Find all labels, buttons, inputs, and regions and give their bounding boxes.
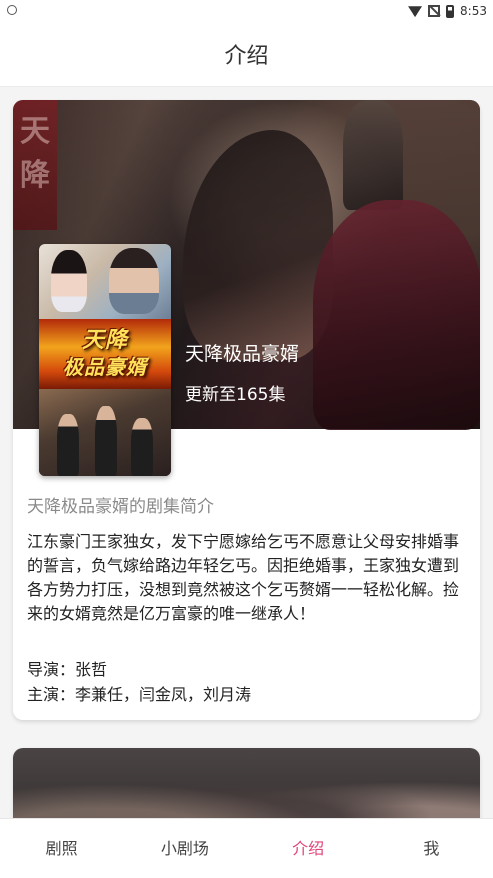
drama-poster[interactable]: 天降 极品豪婿 [39,244,171,476]
app-notification-icon [7,5,17,15]
tab-mini-theater[interactable]: 小剧场 [123,819,246,878]
poster-person [131,418,153,476]
cast-line: 主演：李兼任，闫金凤，刘月涛 [27,685,252,704]
next-drama-card[interactable] [13,748,480,818]
no-sim-icon [428,5,441,17]
drama-title: 天降极品豪婿 [185,343,300,365]
poster-person [95,406,117,476]
title-bar: 介绍 [0,22,493,87]
wifi-icon [408,6,423,17]
poster-title-line-2: 极品豪婿 [63,355,147,379]
tab-introduction[interactable]: 介绍 [247,819,370,878]
synopsis-text: 江东豪门王家独女，发下宁愿嫁给乞丐不愿意让父母安排婚事的誓言，负气嫁给路边年轻乞… [27,532,460,623]
status-icons: 8:53 [408,3,487,19]
synopsis-heading: 天降极品豪婿的剧集简介 [27,497,214,517]
poster-person [57,414,79,476]
poster-title-art: 天降 极品豪婿 [39,319,171,389]
poster-cast-photo [39,244,171,319]
page-title: 介绍 [224,44,269,69]
tab-stills[interactable]: 剧照 [0,819,123,878]
scroll-content[interactable]: 天降 天降极品豪婿 更新至165集 天降 极品豪婿 [0,86,493,818]
poster-title-line-1: 天降 [81,328,128,353]
poster-scene-photo [39,389,171,476]
poster-actress [51,250,87,312]
battery-icon [446,4,455,18]
episode-count: 更新至165集 [185,385,286,405]
tab-me[interactable]: 我 [370,819,493,878]
status-bar: 8:53 [0,0,493,22]
director-line: 导演：张哲 [27,660,108,679]
poster-actor [109,248,159,314]
drama-card[interactable]: 天降 天降极品豪婿 更新至165集 天降 极品豪婿 [13,100,480,720]
drama-intro-screen: 8:53 介绍 天降 天降极品豪婿 更新至165集 [0,0,493,878]
status-time: 8:53 [460,4,487,18]
bottom-tab-bar: 剧照 小剧场 介绍 我 [0,818,493,878]
next-drama-banner-image [13,748,480,818]
